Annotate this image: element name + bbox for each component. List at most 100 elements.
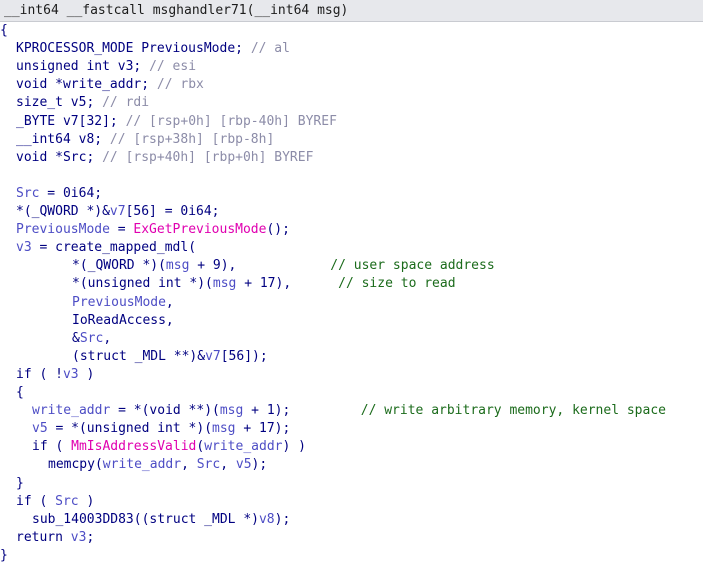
code-token: , xyxy=(165,294,174,310)
code-token: *(_QWORD *)& xyxy=(16,204,110,219)
code-line[interactable]: *(unsigned int *)(msg + 17), // size to … xyxy=(72,275,456,293)
variable-token: msg xyxy=(165,258,190,274)
comment-token: // esi xyxy=(149,59,197,75)
code-token: size_t v5; xyxy=(16,95,103,111)
comment-token: // size to read xyxy=(338,276,456,292)
comment-token: // [rsp+38h] [rbp-8h] xyxy=(109,131,275,147)
comment-token: // [rsp+0h] [rbp-40h] BYREF xyxy=(125,113,337,129)
code-line[interactable]: unsigned int v3; // esi xyxy=(16,58,196,76)
code-token: = 0i64; xyxy=(39,185,103,201)
api-call-token: MmIsAddressValid xyxy=(71,439,197,455)
code-line[interactable]: (struct _MDL **)&v7[56]); xyxy=(72,348,268,366)
code-token: if ( xyxy=(16,493,56,509)
code-line[interactable]: KPROCESSOR_MODE PreviousMode; // al xyxy=(16,40,290,58)
code-token: = *(unsigned int *)( xyxy=(47,421,213,437)
code-line[interactable]: size_t v5; // rdi xyxy=(16,94,149,112)
code-token: ); xyxy=(251,457,268,473)
code-line[interactable]: v3 = create_mapped_mdl( xyxy=(16,239,196,257)
code-token: ) xyxy=(78,366,95,382)
variable-token: v7 xyxy=(109,204,126,219)
code-token: , xyxy=(103,330,112,346)
code-token: _BYTE v7[32]; xyxy=(16,113,126,129)
code-line[interactable]: sub_14003DD83((struct _MDL *)v8); xyxy=(32,511,290,529)
code-line[interactable]: *(_QWORD *)(msg + 9), // user space addr… xyxy=(72,257,495,275)
code-line[interactable]: *(_QWORD *)&v7[56] = 0i64; xyxy=(16,203,220,221)
code-token: } xyxy=(0,547,8,563)
comment-token: // [rsp+40h] [rbp+0h] BYREF xyxy=(102,149,314,165)
comment-token: // al xyxy=(250,41,290,57)
code-token: __int64 v8; xyxy=(16,131,110,147)
code-token: return xyxy=(16,529,71,545)
code-line[interactable]: memcpy(write_addr, Src, v5); xyxy=(48,456,267,474)
variable-token: msg xyxy=(212,421,236,437)
variable-token: v3 xyxy=(70,529,87,545)
variable-token: Src xyxy=(79,330,104,346)
code-line[interactable]: PreviousMode = ExGetPreviousMode(); xyxy=(16,221,290,239)
code-token: ) ) xyxy=(282,439,306,455)
variable-token: v7 xyxy=(205,348,221,364)
code-token: + 17); xyxy=(235,421,291,437)
code-line[interactable]: if ( MmIsAddressValid(write_addr) ) xyxy=(32,438,306,456)
code-token: [56] = 0i64; xyxy=(125,204,220,219)
variable-token: write_addr xyxy=(204,439,283,455)
code-token: + 1); xyxy=(243,403,361,419)
code-line[interactable]: { xyxy=(16,384,24,402)
variable-token: v3 xyxy=(62,366,79,382)
code-token: KPROCESSOR_MODE PreviousMode; xyxy=(16,41,251,57)
variable-token: msg xyxy=(219,403,244,419)
comment-token: // user space address xyxy=(330,258,495,274)
code-token: *(_QWORD *)( xyxy=(72,258,166,274)
pseudocode-view[interactable]: {KPROCESSOR_MODE PreviousMode; // al unsi… xyxy=(0,0,703,572)
code-token: = *(void **)( xyxy=(110,403,220,419)
code-token: memcpy( xyxy=(48,457,103,473)
variable-token: v8 xyxy=(258,511,275,527)
code-line[interactable]: IoReadAccess, xyxy=(72,312,174,330)
code-token: & xyxy=(72,330,80,346)
variable-token: msg xyxy=(212,276,237,292)
code-line[interactable]: void *write_addr; // rbx xyxy=(16,76,204,94)
comment-token: // write arbitrary memory, kernel space xyxy=(360,403,666,419)
code-token: IoReadAccess, xyxy=(72,312,174,328)
code-line[interactable]: &Src, xyxy=(72,330,111,348)
code-line[interactable]: if ( !v3 ) xyxy=(16,366,94,384)
code-line[interactable]: { xyxy=(0,22,8,40)
code-line[interactable]: } xyxy=(16,475,24,493)
variable-token: Src xyxy=(55,493,79,509)
code-token: sub_14003DD83((struct _MDL *) xyxy=(32,511,259,527)
variable-token: PreviousMode xyxy=(16,222,110,238)
code-token: (struct _MDL **)& xyxy=(72,348,206,364)
api-call-token: ExGetPreviousMode xyxy=(133,222,267,238)
code-token: (); xyxy=(266,222,290,238)
code-token: , xyxy=(181,457,197,473)
code-line[interactable]: PreviousMode, xyxy=(72,294,174,312)
code-token: unsigned int v3; xyxy=(16,59,150,75)
code-line[interactable]: } xyxy=(0,547,8,565)
code-token: + 17), xyxy=(236,276,339,292)
code-token: if ( ! xyxy=(16,366,63,382)
code-token: if ( xyxy=(32,439,72,455)
code-token: } xyxy=(16,475,24,491)
code-line[interactable]: return v3; xyxy=(16,529,94,547)
code-line[interactable]: write_addr = *(void **)(msg + 1); // wri… xyxy=(32,402,666,420)
code-token: = xyxy=(109,222,134,238)
code-line[interactable]: __int64 v8; // [rsp+38h] [rbp-8h] xyxy=(16,131,274,149)
code-token: void *Src; xyxy=(16,149,103,165)
code-token: = create_mapped_mdl( xyxy=(31,240,197,256)
code-line[interactable]: v5 = *(unsigned int *)(msg + 17); xyxy=(32,420,290,438)
code-line[interactable]: void *Src; // [rsp+40h] [rbp+0h] BYREF xyxy=(16,149,313,167)
code-token: [56]); xyxy=(220,348,268,364)
variable-token: v5 xyxy=(235,457,252,473)
code-token: ; xyxy=(86,529,95,545)
comment-token: // rbx xyxy=(156,77,204,93)
variable-token: Src xyxy=(16,185,40,201)
code-token: , xyxy=(220,457,236,473)
comment-token: // rdi xyxy=(102,95,150,111)
code-line[interactable]: if ( Src ) xyxy=(16,493,94,511)
variable-token: v5 xyxy=(32,421,48,437)
code-line[interactable]: Src = 0i64; xyxy=(16,185,102,203)
code-token: + 9), xyxy=(189,258,331,274)
variable-token: write_addr xyxy=(32,403,111,419)
code-token: ) xyxy=(78,493,95,509)
variable-token: write_addr xyxy=(102,457,182,473)
code-line[interactable]: _BYTE v7[32]; // [rsp+0h] [rbp-40h] BYRE… xyxy=(16,113,337,131)
